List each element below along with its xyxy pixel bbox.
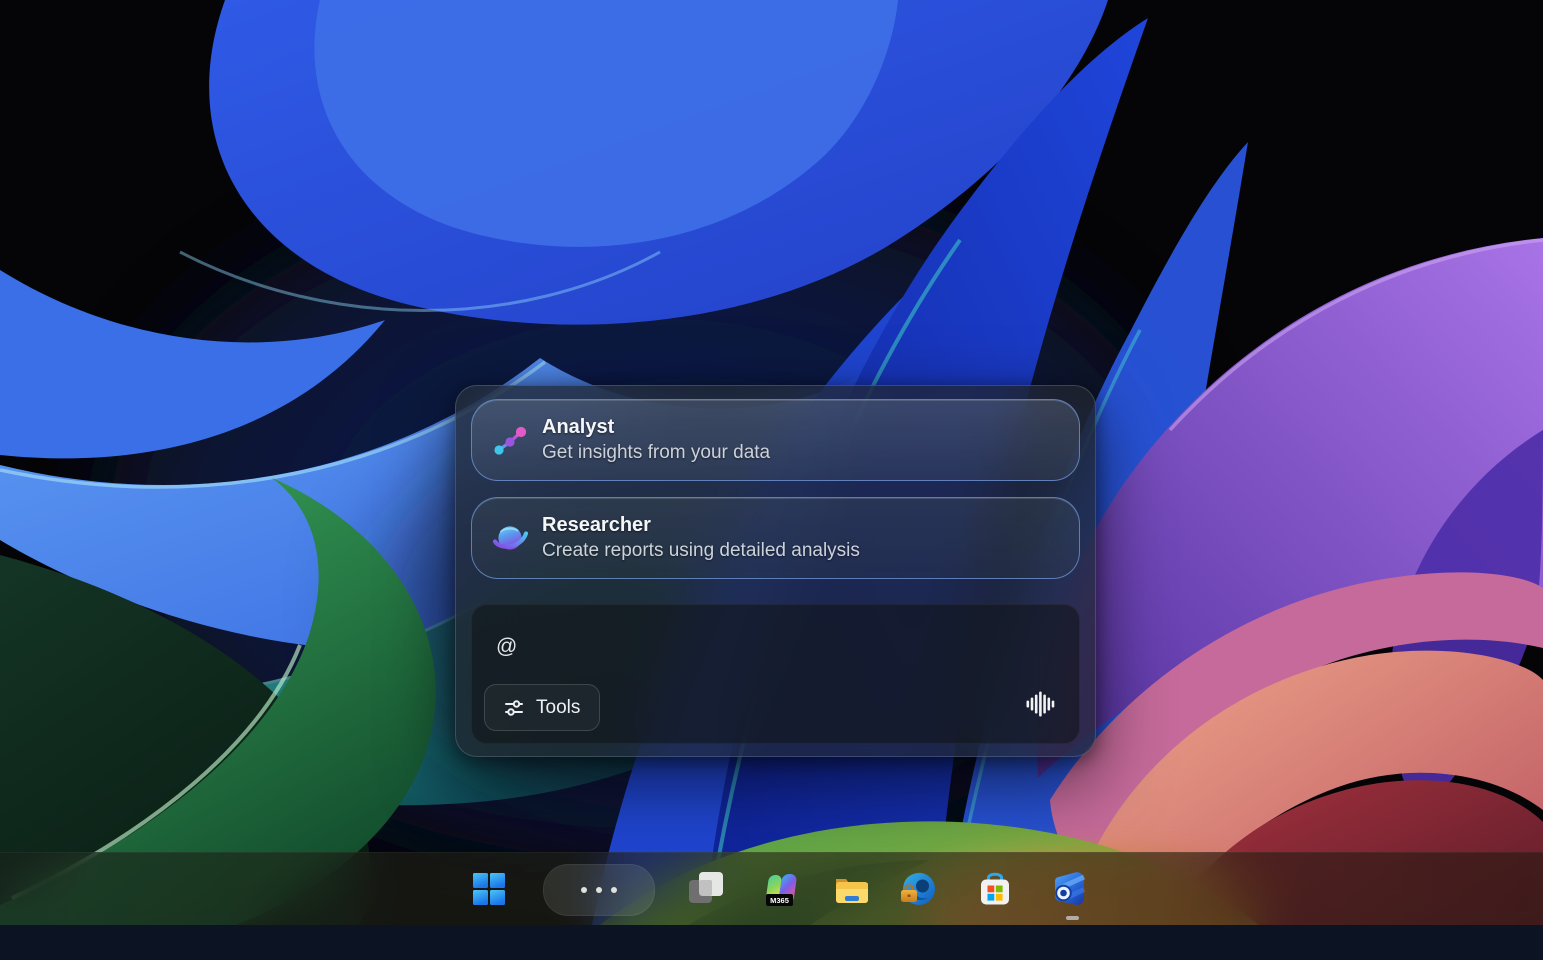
desktop: Analyst Get insights from your data [0,0,1543,960]
file-explorer-button[interactable] [830,867,874,911]
tools-label: Tools [536,697,580,719]
sliders-icon [503,697,525,719]
m365-badge: M365 [770,896,789,905]
copilot-agent-panel: Analyst Get insights from your data [455,385,1096,757]
outlook-running-indicator [1066,916,1079,920]
agent-description: Get insights from your data [542,440,770,466]
m365-copilot-icon: M365 [759,869,799,909]
outlook-button[interactable] [1048,867,1092,911]
outlook-icon [1050,869,1090,909]
agent-card-analyst[interactable]: Analyst Get insights from your data [471,399,1080,481]
tools-button[interactable]: Tools [484,684,600,731]
researcher-orbit-icon [492,520,528,556]
m365-copilot-button[interactable]: M365 [757,867,801,911]
ellipsis-dot [596,887,602,893]
agent-title: Researcher [542,512,860,538]
taskbar: M365 [0,852,1543,925]
prompt-input-area[interactable]: @ Tools [471,604,1080,744]
agent-text-researcher: Researcher Create reports using detailed… [542,512,860,564]
edge-icon [899,869,939,909]
search-pill[interactable] [543,864,655,916]
task-view-button[interactable] [684,867,728,911]
screen-bottom-strip [0,925,1543,960]
edge-button[interactable] [897,867,941,911]
microsoft-store-button[interactable] [973,867,1017,911]
start-icon [469,869,509,909]
analyst-trend-icon [492,422,528,458]
ellipsis-dot [611,887,617,893]
agent-text-analyst: Analyst Get insights from your data [542,414,770,466]
mention-symbol: @ [496,635,517,659]
ellipsis-dot [581,887,587,893]
microsoft-store-icon [975,869,1015,909]
agent-description: Create reports using detailed analysis [542,538,860,564]
agent-card-researcher[interactable]: Researcher Create reports using detailed… [471,497,1080,579]
task-view-icon [686,869,726,909]
voice-waveform-icon[interactable] [1025,689,1055,719]
start-button[interactable] [467,867,511,911]
agent-title: Analyst [542,414,770,440]
file-explorer-icon [832,869,872,909]
